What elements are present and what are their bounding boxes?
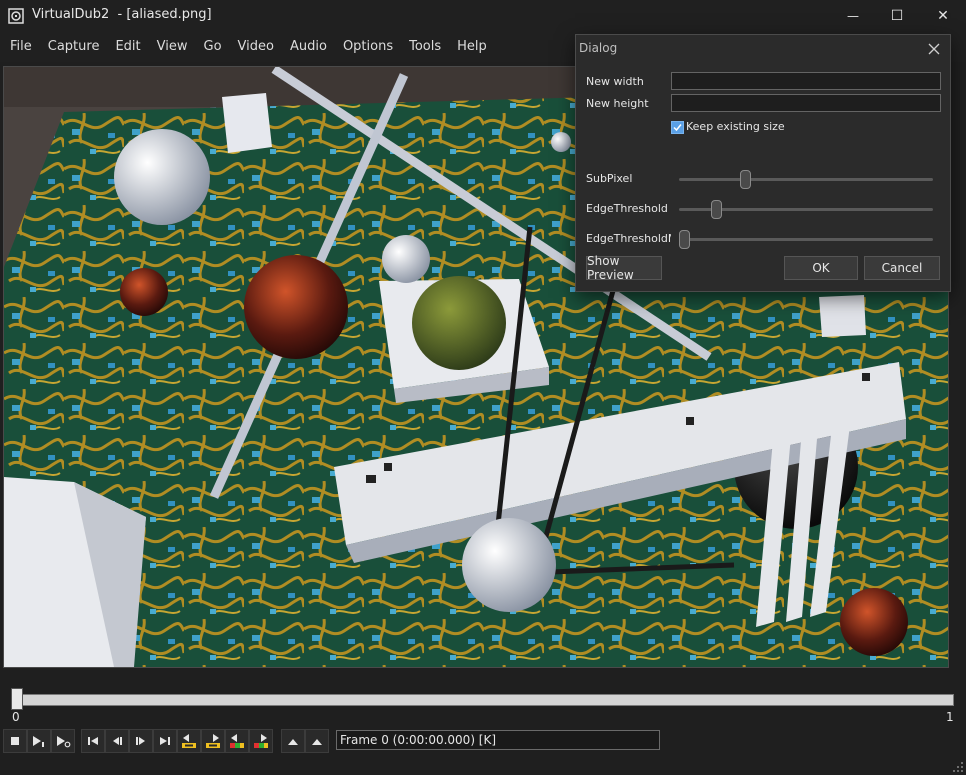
play-input-button[interactable] xyxy=(27,729,51,753)
menu-file[interactable]: File xyxy=(2,32,40,62)
maximize-icon: ☐ xyxy=(890,8,904,24)
new-width-input[interactable] xyxy=(671,72,941,90)
close-icon xyxy=(928,43,940,55)
go-start-button[interactable] xyxy=(81,729,105,753)
mark-in-button[interactable] xyxy=(281,729,305,753)
close-button[interactable]: ✕ xyxy=(920,0,966,32)
menu-audio[interactable]: Audio xyxy=(282,32,335,62)
resize-grip-icon[interactable] xyxy=(952,761,964,773)
step-back-button[interactable] xyxy=(105,729,129,753)
minimize-button[interactable]: — xyxy=(830,0,876,32)
stop-button[interactable] xyxy=(3,729,27,753)
menu-tools[interactable]: Tools xyxy=(401,32,449,62)
show-preview-button[interactable]: Show Preview xyxy=(586,254,662,282)
ok-button[interactable]: OK xyxy=(784,256,858,280)
timeline-track[interactable] xyxy=(14,694,954,706)
next-key-button[interactable] xyxy=(201,729,225,753)
edge-threshold-min-slider-thumb[interactable] xyxy=(679,230,690,249)
menu-view[interactable]: View xyxy=(149,32,196,62)
prev-key-icon xyxy=(182,734,196,748)
scene-back-button[interactable] xyxy=(225,729,249,753)
scene-back-icon xyxy=(230,734,244,748)
next-key-icon xyxy=(206,734,220,748)
play-output-icon xyxy=(57,736,71,748)
menu-capture[interactable]: Capture xyxy=(40,32,108,62)
timeline-end-label: 1 xyxy=(946,710,954,724)
step-back-icon xyxy=(113,737,122,745)
menu-video[interactable]: Video xyxy=(230,32,282,62)
subpixel-label: SubPixel xyxy=(586,172,633,185)
mark-out-button[interactable] xyxy=(305,729,329,753)
dialog-close-button[interactable] xyxy=(924,39,944,59)
subpixel-slider-thumb[interactable] xyxy=(740,170,752,189)
stop-icon xyxy=(11,737,19,745)
close-icon: ✕ xyxy=(937,8,949,24)
cancel-button[interactable]: Cancel xyxy=(864,256,940,280)
timeline-thumb[interactable] xyxy=(11,688,23,710)
menu-edit[interactable]: Edit xyxy=(107,32,148,62)
scene-forward-button[interactable] xyxy=(249,729,273,753)
menu-help[interactable]: Help xyxy=(449,32,495,62)
new-height-input[interactable] xyxy=(671,94,941,112)
checkmark-icon xyxy=(673,124,682,132)
edge-threshold-slider-thumb[interactable] xyxy=(710,200,722,219)
mark-out-icon xyxy=(312,739,322,745)
edge-threshold-min-label: EdgeThresholdMir xyxy=(586,232,671,245)
go-end-icon xyxy=(160,737,170,745)
edge-threshold-min-slider-track[interactable] xyxy=(679,238,933,241)
mark-in-icon xyxy=(288,739,298,745)
step-forward-button[interactable] xyxy=(129,729,153,753)
edge-threshold-label: EdgeThreshold xyxy=(586,202,668,215)
window-title: VirtualDub2 - [aliased.png] xyxy=(32,7,212,22)
go-start-icon xyxy=(88,737,98,745)
maximize-button[interactable]: ☐ xyxy=(874,0,920,32)
menu-go[interactable]: Go xyxy=(196,32,230,62)
timeline-start-label: 0 xyxy=(12,710,20,724)
scene-forward-icon xyxy=(254,734,268,748)
minimize-icon: — xyxy=(847,9,859,23)
title-bar: VirtualDub2 - [aliased.png] — ☐ ✕ xyxy=(0,0,966,32)
go-end-button[interactable] xyxy=(153,729,177,753)
step-forward-icon xyxy=(136,737,145,745)
play-input-icon xyxy=(33,736,44,747)
new-height-label: New height xyxy=(586,97,649,110)
dialog-title: Dialog xyxy=(579,41,618,55)
resize-dialog: Dialog New width New height Keep existin… xyxy=(575,34,951,292)
play-output-button[interactable] xyxy=(51,729,75,753)
subpixel-slider-track[interactable] xyxy=(679,178,933,181)
keep-size-label: Keep existing size xyxy=(686,120,785,133)
prev-key-button[interactable] xyxy=(177,729,201,753)
frame-position-display[interactable]: Frame 0 (0:00:00.000) [K] xyxy=(336,730,660,750)
virtualdub-app-icon xyxy=(8,8,24,24)
menu-options[interactable]: Options xyxy=(335,32,401,62)
new-width-label: New width xyxy=(586,75,644,88)
keep-size-checkbox[interactable] xyxy=(671,121,684,134)
